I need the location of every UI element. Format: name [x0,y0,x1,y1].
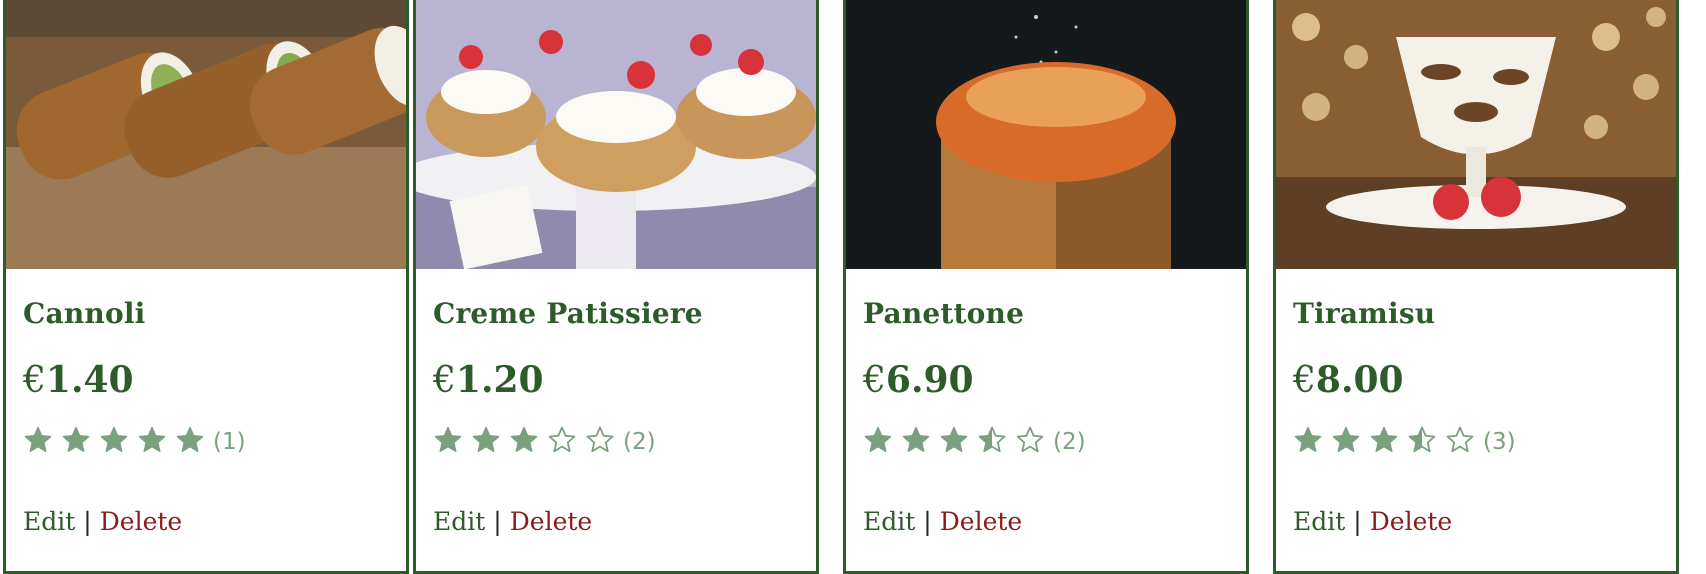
star-rating: (2) [433,425,656,459]
star-filled-icon [175,425,205,455]
price-value: 1.20 [455,359,544,401]
card-actions: Edit | Delete [433,507,592,536]
product-price: €1.20 [433,359,544,401]
star-filled-icon [509,425,539,455]
star-filled-icon [23,425,53,455]
product-image[interactable] [6,0,406,269]
star-half-icon [1407,425,1437,455]
product-price: €8.00 [1293,359,1404,401]
star-filled-icon [1369,425,1399,455]
card-actions: Edit | Delete [1293,507,1452,536]
star-filled-icon [433,425,463,455]
star-rating: (3) [1293,425,1516,459]
star-filled-icon [1331,425,1361,455]
edit-link[interactable]: Edit [1293,507,1345,536]
delete-link[interactable]: Delete [1370,507,1452,536]
stars [863,425,1053,459]
star-filled-icon [939,425,969,455]
price-value: 6.90 [885,359,974,401]
stars [433,425,623,459]
star-empty-icon [585,425,615,455]
stars [23,425,213,459]
currency-symbol: € [433,360,456,401]
product-image[interactable] [1276,0,1676,269]
delete-link[interactable]: Delete [100,507,182,536]
rating-count: (2) [1053,429,1086,455]
star-filled-icon [61,425,91,455]
product-image[interactable] [846,0,1246,269]
delete-link[interactable]: Delete [510,507,592,536]
rating-count: (2) [623,429,656,455]
currency-symbol: € [863,360,886,401]
rating-count: (3) [1483,429,1516,455]
product-card: Tiramisu €8.00 (3) Edit | Delete [1273,0,1679,574]
star-empty-icon [1445,425,1475,455]
price-value: 1.40 [45,359,134,401]
star-filled-icon [901,425,931,455]
star-empty-icon [547,425,577,455]
product-title: Creme Patissiere [433,297,703,330]
product-title: Panettone [863,297,1025,330]
star-empty-icon [1015,425,1045,455]
star-rating: (1) [23,425,246,459]
edit-link[interactable]: Edit [863,507,915,536]
currency-symbol: € [1293,360,1316,401]
product-price: €6.90 [863,359,974,401]
star-half-icon [977,425,1007,455]
product-card: Cannoli €1.40 (1) Edit | Delete [3,0,409,574]
product-title: Cannoli [23,297,146,330]
star-filled-icon [1293,425,1323,455]
product-card: Panettone €6.90 (2) Edit | Delete [843,0,1249,574]
action-separator: | [1353,507,1362,536]
star-rating: (2) [863,425,1086,459]
currency-symbol: € [23,360,46,401]
action-separator: | [493,507,502,536]
delete-link[interactable]: Delete [940,507,1022,536]
star-filled-icon [863,425,893,455]
star-filled-icon [99,425,129,455]
price-value: 8.00 [1315,359,1404,401]
product-price: €1.40 [23,359,134,401]
stars [1293,425,1483,459]
action-separator: | [83,507,92,536]
product-grid: Cannoli €1.40 (1) Edit | Delete Creme Pa… [0,0,1706,574]
product-card: Creme Patissiere €1.20 (2) Edit | Delete [413,0,819,574]
star-filled-icon [471,425,501,455]
action-separator: | [923,507,932,536]
edit-link[interactable]: Edit [433,507,485,536]
card-actions: Edit | Delete [863,507,1022,536]
star-filled-icon [137,425,167,455]
edit-link[interactable]: Edit [23,507,75,536]
product-image[interactable] [416,0,816,269]
rating-count: (1) [213,429,246,455]
card-actions: Edit | Delete [23,507,182,536]
product-title: Tiramisu [1293,297,1436,330]
